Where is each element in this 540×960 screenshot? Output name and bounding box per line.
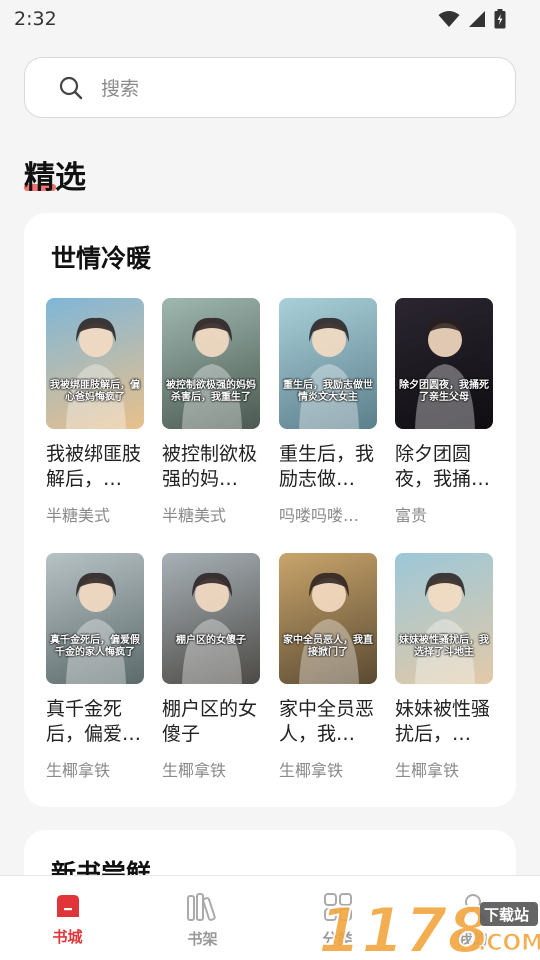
book-title[interactable]: 我被绑匪肢解后，…: [46, 442, 146, 492]
book-cover-image[interactable]: 妹妹被性骚扰后，我选择了斗地主: [395, 553, 493, 684]
nav-label-bookshelf: 书架: [187, 930, 218, 948]
book-title[interactable]: 家中全员恶人，我…: [279, 697, 379, 747]
cover-title-text: 棚户区的女傻子: [176, 635, 246, 646]
home-store-icon: [56, 895, 79, 917]
book-author: 半糖美式: [46, 506, 111, 525]
cover-title-text: 除夕团圆夜，我捅死了亲生父母: [399, 380, 489, 403]
cover-title-text: 我被绑匪肢解后，偏心爸妈悔疯了: [50, 380, 140, 403]
book-cover-image[interactable]: 家中全员恶人，我直接掀门了: [279, 553, 377, 684]
bookshelf-icon: [186, 893, 216, 921]
book-item[interactable]: 棚户区的女傻子 棚户区的女傻子 生椰拿铁: [162, 553, 264, 781]
featured-card: 世情冷暖 我被绑匪肢解后，偏心爸妈悔疯了 我被绑匪肢解后，… 半糖美式 被控制欲极强的…: [24, 213, 516, 807]
book-cover-image[interactable]: 除夕团圆夜，我捅死了亲生父母: [395, 298, 493, 429]
status-time: 2:32: [14, 8, 57, 30]
watermark-logo: 1178 下载站 .COM: [317, 893, 540, 960]
cover-title-text: 重生后，我励志做世情炎文大女主: [283, 380, 373, 403]
book-title[interactable]: 棚户区的女傻子: [162, 697, 262, 747]
cover-illustration: [299, 317, 359, 429]
search-input[interactable]: 搜索: [24, 57, 516, 118]
nav-item-bookstore[interactable]: 书城: [0, 876, 135, 960]
book-item[interactable]: 妹妹被性骚扰后，我选择了斗地主妹妹被性骚扰后，… 生椰拿铁: [395, 553, 497, 781]
book-item[interactable]: 被控制欲极强的妈妈杀害后，我重生了被控制欲极强的妈… 半糖美式: [162, 298, 264, 526]
book-item[interactable]: 除夕团圆夜，我捅死了亲生父母除夕团圆夜，我捅… 富贵: [395, 298, 497, 526]
cover-illustration: [299, 572, 359, 684]
cover-title-text: 真千金死后，偏爱假千金的家人悔疯了: [50, 635, 140, 658]
cover-illustration: [182, 317, 242, 429]
book-author: 生椰拿铁: [395, 761, 460, 780]
book-item[interactable]: 重生后，我励志做世情炎文大女主重生后，我励志做… 吗喽吗喽…: [279, 298, 381, 526]
book-cover-image[interactable]: 棚户区的女傻子: [162, 553, 260, 684]
book-item[interactable]: 真千金死后，偏爱假千金的家人悔疯了真千金死后，偏爱… 生椰拿铁: [46, 553, 148, 781]
book-author: 生椰拿铁: [279, 761, 344, 780]
nav-item-bookshelf[interactable]: 书架: [135, 876, 270, 960]
book-cover-image[interactable]: 重生后，我励志做世情炎文大女主: [279, 298, 377, 429]
search-placeholder: 搜索: [101, 78, 140, 100]
wifi-icon: [438, 11, 460, 27]
book-item[interactable]: 家中全员恶人，我直接掀门了家中全员恶人，我… 生椰拿铁: [279, 553, 381, 781]
cover-illustration: [182, 572, 242, 684]
svg-text:.COM: .COM: [478, 931, 540, 956]
card-title: 世情冷暖: [51, 244, 152, 273]
book-title[interactable]: 真千金死后，偏爱…: [46, 697, 146, 747]
cover-illustration: [66, 572, 126, 684]
book-title[interactable]: 除夕团圆夜，我捅…: [395, 442, 495, 492]
nav-label-bookstore: 书城: [52, 928, 83, 946]
book-cover-image[interactable]: 真千金死后，偏爱假千金的家人悔疯了: [46, 553, 144, 684]
cover-title-text: 家中全员恶人，我直接掀门了: [283, 635, 373, 658]
cover-illustration: [415, 572, 475, 684]
book-author: 吗喽吗喽…: [279, 506, 360, 525]
search-icon: [59, 76, 83, 99]
book-author: 半糖美式: [162, 506, 227, 525]
cover-title-text: 被控制欲极强的妈妈杀害后，我重生了: [166, 380, 256, 403]
book-title[interactable]: 被控制欲极强的妈…: [162, 442, 262, 492]
signal-icon: [469, 11, 485, 27]
book-cover-image[interactable]: 被控制欲极强的妈妈杀害后，我重生了: [162, 298, 260, 429]
book-item[interactable]: 我被绑匪肢解后，偏心爸妈悔疯了我被绑匪肢解后，… 半糖美式: [46, 298, 148, 526]
cover-title-text: 妹妹被性骚扰后，我选择了斗地主: [399, 635, 489, 658]
section-title: 精选: [24, 160, 86, 196]
svg-text:下载站: 下载站: [484, 906, 529, 924]
cover-illustration: [415, 317, 475, 429]
status-icons: [438, 9, 506, 29]
status-bar: 2:32: [0, 0, 540, 38]
book-author: 生椰拿铁: [46, 761, 111, 780]
book-author: 富贵: [395, 506, 428, 525]
svg-text:1178: 1178: [318, 894, 491, 960]
battery-icon: [494, 9, 506, 29]
book-title[interactable]: 妹妹被性骚扰后，…: [395, 697, 495, 747]
book-cover-image[interactable]: 我被绑匪肢解后，偏心爸妈悔疯了: [46, 298, 144, 429]
book-title[interactable]: 重生后，我励志做…: [279, 442, 379, 492]
cover-illustration: [66, 317, 126, 429]
book-author: 生椰拿铁: [162, 761, 227, 780]
